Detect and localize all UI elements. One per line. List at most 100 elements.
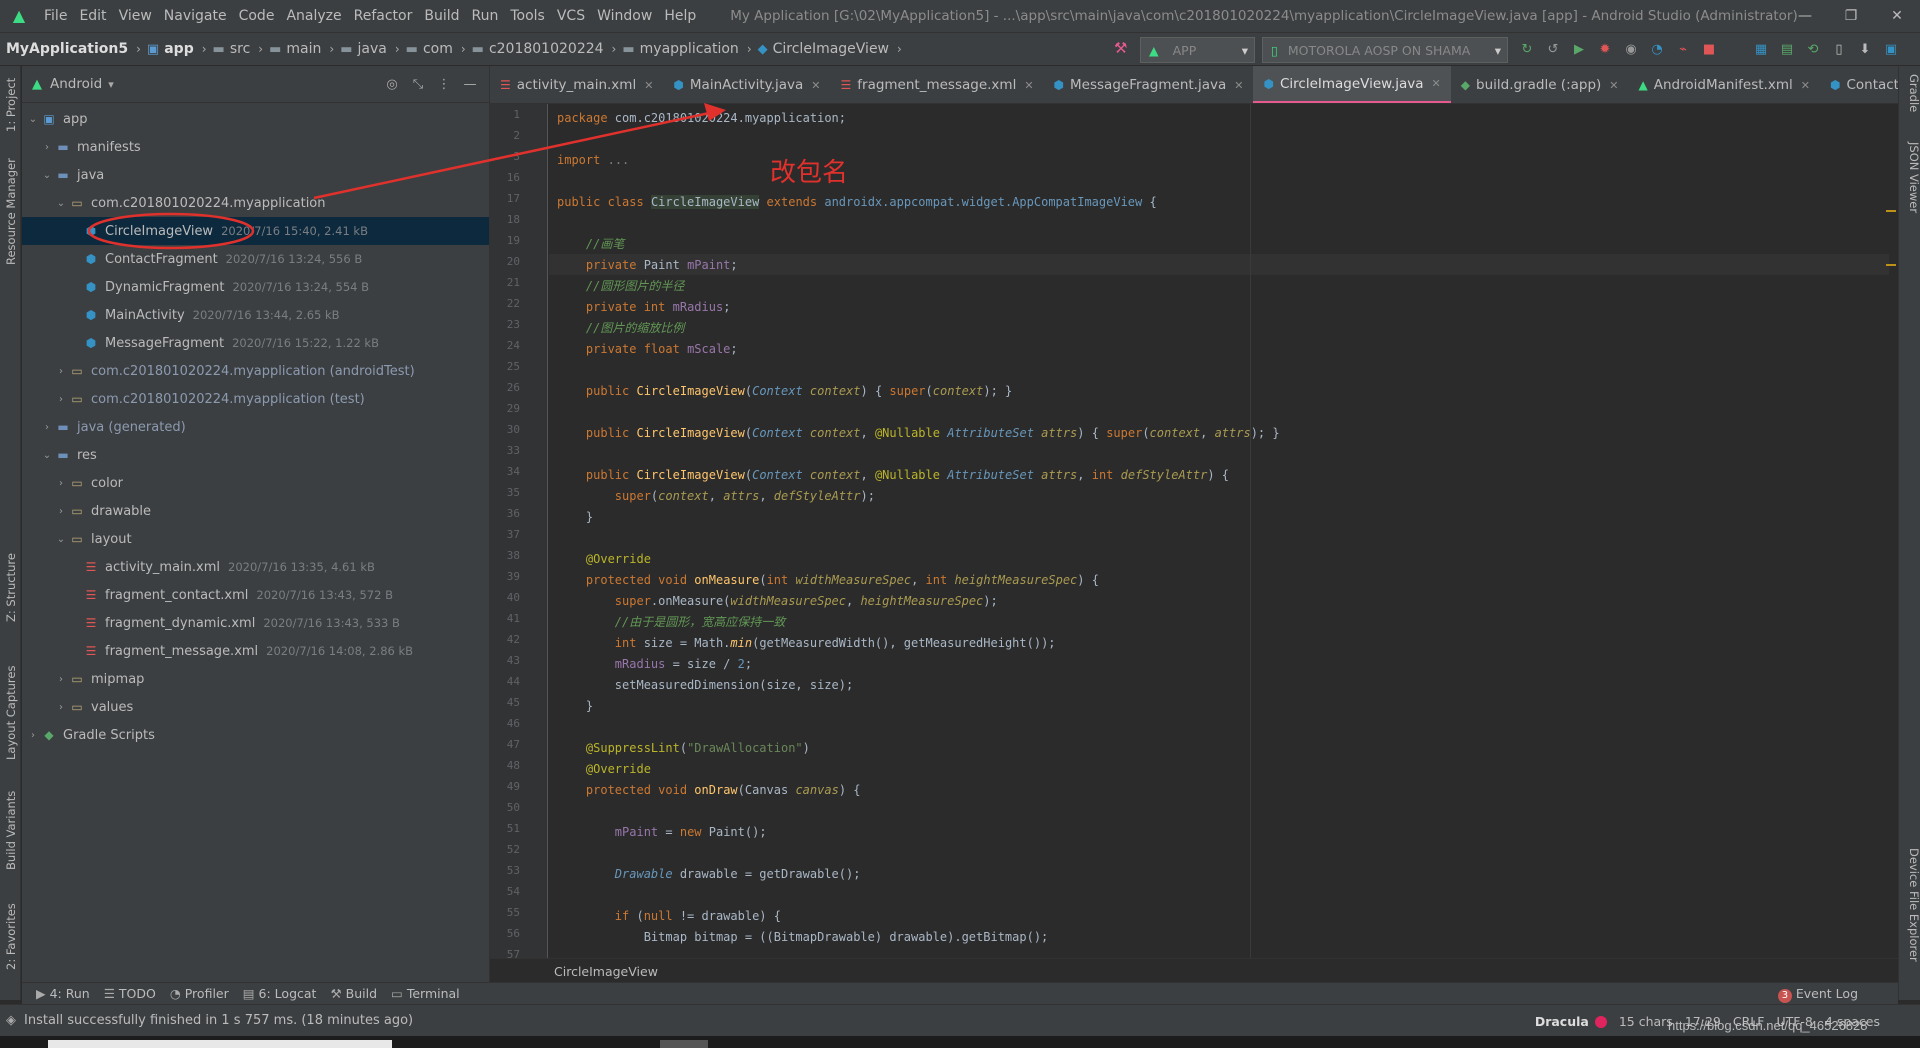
theme-indicator[interactable]: Dracula (1535, 1014, 1607, 1029)
terminal-icon[interactable]: ▤ (1774, 37, 1800, 63)
chevron-right-icon[interactable]: › (54, 506, 68, 517)
project-structure-icon[interactable]: ▣ (1878, 37, 1904, 63)
menu-run[interactable]: Run (466, 0, 505, 32)
breadcrumb-item[interactable]: ▬ src › (207, 41, 264, 57)
tool-tab-structure[interactable]: Z: Structure (1, 546, 21, 630)
close-tab-icon[interactable]: ✕ (1432, 77, 1441, 90)
tool-tab-project[interactable]: 1: Project (1, 70, 21, 140)
tree-node[interactable]: › ▬ manifests (22, 133, 489, 161)
tool-profiler[interactable]: ◔ Profiler (170, 986, 229, 1001)
tree-node[interactable]: ⌄ ▬ res (22, 441, 489, 469)
tree-node[interactable]: › ▭ com.c201801020224.myapplication (andro… (22, 357, 489, 385)
tool-terminal[interactable]: ▭ Terminal (391, 986, 460, 1001)
tool-tab-json-viewer[interactable]: JSON Viewer (1901, 142, 1920, 213)
close-tab-icon[interactable]: ✕ (1234, 79, 1243, 92)
close-tab-icon[interactable]: ✕ (811, 79, 820, 92)
close-tab-icon[interactable]: ✕ (644, 79, 653, 92)
code-area[interactable]: package com.c201801020224.myapplication;… (549, 104, 1889, 958)
menu-build[interactable]: Build (418, 0, 465, 32)
tree-node[interactable]: › ◆ Gradle Scripts (22, 721, 489, 749)
minimize-icon[interactable]: — (1782, 0, 1828, 32)
menu-refactor[interactable]: Refactor (348, 0, 419, 32)
close-icon[interactable]: ✕ (1874, 0, 1920, 32)
gradle-sync-icon[interactable]: ⟲ (1800, 37, 1826, 63)
settings-icon[interactable]: ⋮ (431, 66, 457, 103)
avd-manager-icon[interactable]: ▯ (1826, 37, 1852, 63)
tree-node[interactable]: ☰ activity_main.xml 2020/7/16 13:35, 4.61 … (22, 553, 489, 581)
locate-icon[interactable]: ◎ (379, 66, 405, 103)
tree-node[interactable]: ⬢ ContactFragment 2020/7/16 13:24, 556 B (22, 245, 489, 273)
tool-tab-device-file-explorer[interactable]: Device File Explorer (1901, 848, 1920, 962)
menu-vcs[interactable]: VCS (551, 0, 591, 32)
hide-icon[interactable]: — (457, 66, 483, 103)
apply-code-icon[interactable]: ↺ (1540, 37, 1566, 63)
tree-node[interactable]: ⬢ CircleImageView 2020/7/16 15:40, 2.41 kB (22, 217, 489, 245)
tool-tab-resource-manager[interactable]: Resource Manager (1, 152, 21, 272)
menu-file[interactable]: File (38, 0, 73, 32)
close-tab-icon[interactable]: ✕ (1609, 79, 1618, 92)
tree-node[interactable]: ☰ fragment_message.xml 2020/7/16 14:08, 2.… (22, 637, 489, 665)
tool-6-logcat[interactable]: ▤ 6: Logcat (243, 986, 317, 1001)
tree-node[interactable]: ⬢ DynamicFragment 2020/7/16 13:24, 554 B (22, 273, 489, 301)
tree-node[interactable]: › ▬ java (generated) (22, 413, 489, 441)
debug-icon[interactable]: ✹ (1592, 37, 1618, 63)
taskbar-item[interactable] (660, 1040, 708, 1048)
tree-node[interactable]: ⌄ ▣ app (22, 105, 489, 133)
menu-analyze[interactable]: Analyze (280, 0, 347, 32)
breadcrumb-item[interactable]: ▬ com › (400, 41, 466, 57)
tree-node[interactable]: ☰ fragment_dynamic.xml 2020/7/16 13:43, 53… (22, 609, 489, 637)
stop-icon[interactable]: ■ (1696, 37, 1722, 63)
tab-messagefragment-java[interactable]: ⬢ MessageFragment.java ✕ (1044, 66, 1254, 103)
tab-activity-main-xml[interactable]: ☰ activity_main.xml ✕ (490, 66, 663, 103)
event-log-button[interactable]: 3 Event Log (1777, 983, 1858, 1006)
menu-code[interactable]: Code (233, 0, 281, 32)
menu-navigate[interactable]: Navigate (158, 0, 233, 32)
tab-contactfragment-java[interactable]: ⬢ContactFragment.java✕ (1820, 66, 1898, 103)
tab-circleimageview-java[interactable]: ⬢ CircleImageView.java ✕ (1253, 66, 1451, 103)
tool-4-run[interactable]: ▶ 4: Run (36, 986, 90, 1001)
menu-tools[interactable]: Tools (504, 0, 551, 32)
tab-fragment-message-xml[interactable]: ☰ fragment_message.xml ✕ (831, 66, 1044, 103)
tool-tab-build-variants[interactable]: Build Variants (1, 780, 21, 880)
tree-node[interactable]: ⌄ ▭ layout (22, 525, 489, 553)
breadcrumb-item[interactable]: ▬ main › (263, 41, 334, 57)
device-select[interactable]: ▯ MOTOROLA AOSP ON SHAMA ▾ (1262, 37, 1508, 63)
breadcrumb-item[interactable]: ▬ myapplication › (616, 41, 751, 57)
run-config-select[interactable]: ▲ APP ▾ (1140, 37, 1255, 63)
hammer-icon[interactable]: ⚒ (1114, 39, 1127, 57)
tool-todo[interactable]: ☰ TODO (104, 986, 156, 1001)
attach-debugger-icon[interactable]: ⌁ (1670, 37, 1696, 63)
chevron-right-icon[interactable]: › (26, 730, 40, 741)
restore-icon[interactable]: ❐ (1828, 0, 1874, 32)
tool-tab-favorites[interactable]: 2: Favorites (1, 896, 21, 978)
tree-node[interactable]: ⌄ ▬ java (22, 161, 489, 189)
close-tab-icon[interactable]: ✕ (1024, 79, 1033, 92)
tree-node[interactable]: › ▭ color (22, 469, 489, 497)
tree-node[interactable]: ⬢ MainActivity 2020/7/16 13:44, 2.65 kB (22, 301, 489, 329)
tool-tab-gradle[interactable]: Gradle (1901, 74, 1920, 112)
collapse-all-icon[interactable]: ⤡ (405, 66, 431, 103)
breadcrumb-item[interactable]: ▣MyApplication5› (6, 41, 141, 57)
chevron-right-icon[interactable]: › (54, 366, 68, 377)
tree-node[interactable]: › ▭ mipmap (22, 665, 489, 693)
breadcrumb-item[interactable]: ▬ java › (334, 41, 399, 57)
chevron-down-icon[interactable]: ⌄ (54, 198, 68, 209)
taskbar-item[interactable] (48, 1040, 392, 1048)
breadcrumb-item[interactable]: ▣ app › (141, 41, 207, 57)
close-tab-icon[interactable]: ✕ (1801, 79, 1810, 92)
tree-node[interactable]: › ▭ values (22, 693, 489, 721)
profile-icon[interactable]: ◔ (1644, 37, 1670, 63)
tree-node[interactable]: ⬢ MessageFragment 2020/7/16 15:22, 1.22 kB (22, 329, 489, 357)
project-view-select[interactable]: Android (50, 76, 102, 92)
chevron-right-icon[interactable]: › (54, 478, 68, 489)
chevron-down-icon[interactable]: ⌄ (26, 114, 40, 125)
tab-androidmanifest-xml[interactable]: ▲ AndroidManifest.xml ✕ (1629, 66, 1820, 103)
sdk-manager-icon[interactable]: ⬇ (1852, 37, 1878, 63)
tree-node[interactable]: › ▭ com.c201801020224.myapplication (test) (22, 385, 489, 413)
breadcrumb-item[interactable]: ▬ c201801020224 › (466, 41, 617, 57)
menu-view[interactable]: View (113, 0, 158, 32)
chevron-right-icon[interactable]: › (54, 702, 68, 713)
menu-window[interactable]: Window (591, 0, 658, 32)
tree-node[interactable]: ⌄ ▭ com.c201801020224.myapplication (22, 189, 489, 217)
chevron-down-icon[interactable]: ⌄ (40, 170, 54, 181)
